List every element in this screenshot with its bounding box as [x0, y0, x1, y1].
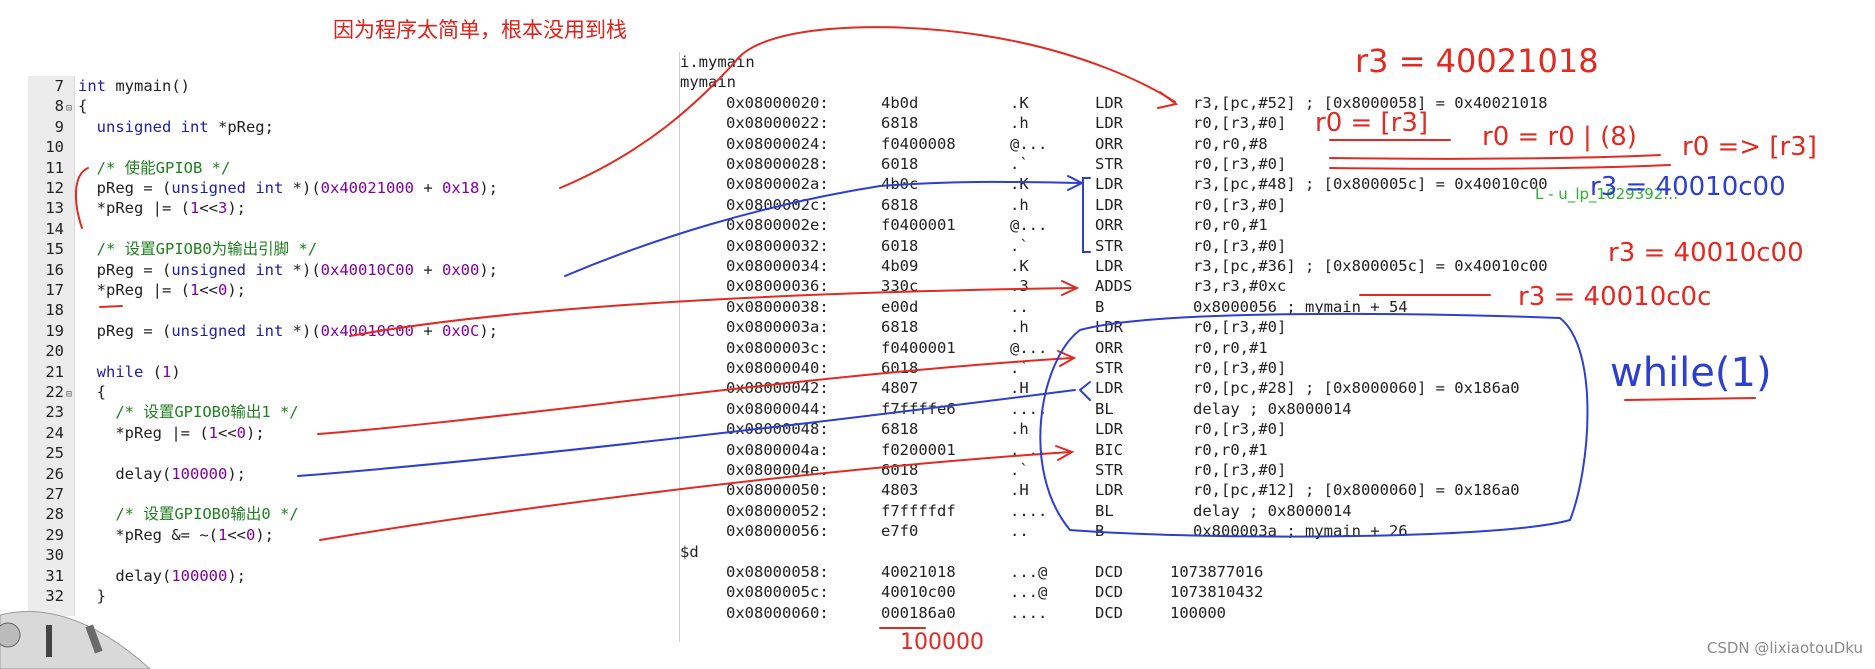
red-arrow-to-adds	[349, 287, 1076, 337]
pen-icon	[46, 625, 52, 657]
note-r3-add: r3 = 40010c0c	[1518, 282, 1712, 312]
blue-loop-outline	[1039, 312, 1589, 538]
note-r3-right: r3 = 40010c00	[1590, 172, 1786, 202]
red-underline-pReg	[99, 305, 123, 308]
blue-arrow-delay	[297, 389, 1076, 477]
red-arrow-pReg-to-ldr	[559, 26, 1176, 189]
red-arrow-to-loop-orr	[317, 357, 1073, 435]
note-r0-store: r0 => [r3]	[1682, 132, 1817, 162]
note-hundred-k: 100000	[900, 630, 984, 655]
red-arrow-r0-or	[1329, 154, 1661, 160]
red-arrow-r0-store	[1329, 164, 1671, 170]
blue-bracket-2	[1078, 381, 1091, 401]
annotation-toolbar[interactable]	[0, 605, 150, 669]
note-r3-mid: r3 = 40010c00	[1608, 238, 1804, 268]
note-while-loop: while(1)	[1610, 350, 1772, 396]
note-r0-load: r0 = [r3]	[1315, 108, 1429, 138]
ink-annotations	[74, 26, 1756, 629]
note-r3-value: r3 = 40021018	[1355, 42, 1599, 80]
red-underline-while	[1624, 397, 1756, 401]
red-brace-left	[74, 167, 89, 229]
watermark: CSDN @lixiaotouDku	[1706, 639, 1863, 657]
blue-arrow-gpio-to-ldr	[564, 180, 1081, 277]
blue-bracket-1	[1082, 177, 1091, 253]
gear-icon	[0, 622, 21, 648]
note-r0-or: r0 = r0 | (8)	[1482, 122, 1637, 152]
red-arrow-clear-bit	[319, 451, 1071, 541]
